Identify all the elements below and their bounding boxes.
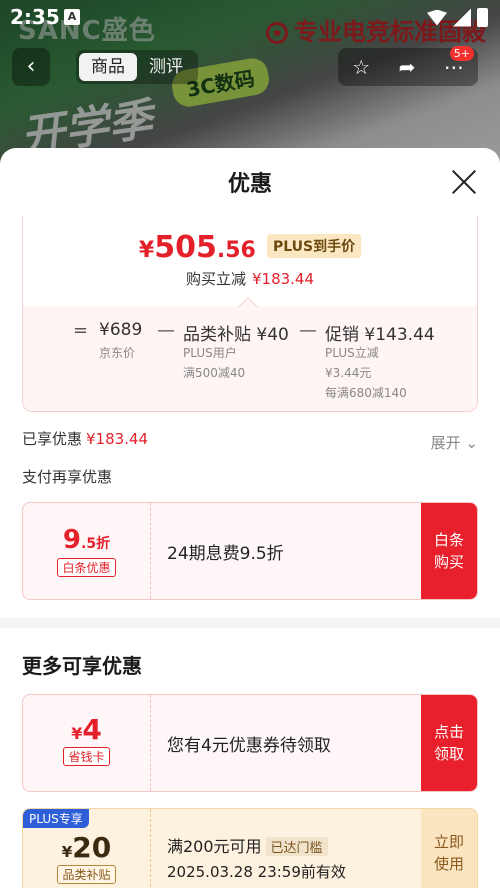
battery-icon <box>477 8 488 27</box>
status-time: 2:35 <box>10 5 60 29</box>
savings-amount: ¥4 省钱卡 <box>23 695 151 791</box>
minus-sign: — <box>299 320 317 341</box>
equals-sign: = <box>73 320 89 341</box>
threshold-tag: 已达门槛 <box>265 837 328 856</box>
tab-product[interactable]: 商品 <box>79 53 137 81</box>
message-badge: 5+ <box>449 46 474 61</box>
subsidy-sub-user: PLUS用户 <box>183 346 237 360</box>
claim-button[interactable]: 点击 领取 <box>421 695 477 791</box>
plus-coupon-tag: 品类补贴 <box>57 865 116 884</box>
sheet-header: 优惠 <box>0 148 500 216</box>
nav-actions: ☆ ➦ ⋯ 5+ <box>338 46 478 86</box>
plus-coupon[interactable]: ¥20 品类补贴 PLUS专享 满200元可用 已达门槛 2025.03.28 2… <box>22 808 478 888</box>
discount-sheet: 优惠 ¥505.56 PLUS到手价 购买立减 ¥183.44 = ¥689 京东… <box>0 148 500 888</box>
sheet-title: 优惠 <box>227 172 272 197</box>
baitiao-card[interactable]: 9.5折 白条优惠 24期息费9.5折 白条 购买 <box>22 502 478 600</box>
final-price-row: ¥505.56 PLUS到手价 <box>23 230 477 265</box>
baitiao-tag: 白条优惠 <box>57 558 116 577</box>
tab-review[interactable]: 测评 <box>137 53 195 81</box>
subsidy-title: 品类补贴 ¥40 <box>183 325 289 345</box>
pay-more-label: 支付再享优惠 <box>22 468 113 486</box>
baitiao-buy-button[interactable]: 白条 购买 <box>421 503 477 599</box>
subsidy-sub-rule: 满500减40 <box>183 366 246 380</box>
price-breakdown: = ¥689 京东价 — 品类补贴 ¥40 PLUS用户 满500减40 — 促… <box>23 306 477 411</box>
plus-only-badge: PLUS专享 <box>23 809 89 828</box>
plus-price-tag: PLUS到手价 <box>266 234 362 258</box>
use-now-button[interactable]: 立即 使用 <box>421 809 477 888</box>
plus-coupon-expiry: 2025.03.28 23:59前有效 <box>167 863 346 881</box>
base-price-label: 京东价 <box>99 346 136 360</box>
savings-tag: 省钱卡 <box>63 747 110 766</box>
promo-sub-rule: 每满680减140 <box>325 386 407 400</box>
close-icon[interactable] <box>450 168 478 196</box>
expand-button[interactable]: 展开 ⌄ <box>431 432 478 453</box>
back-button[interactable]: ‹ <box>12 48 50 86</box>
wifi-icon <box>427 9 447 26</box>
status-bar: 2:35 A <box>0 0 500 34</box>
promo-sub-amount: ¥3.44元 <box>325 366 372 380</box>
minus-sign: — <box>157 320 175 341</box>
signal-icon <box>453 8 471 27</box>
section-divider <box>0 618 500 628</box>
notification-icon: A <box>64 9 80 25</box>
enjoyed-discount: 已享优惠 ¥183.44 <box>22 430 149 448</box>
share-icon[interactable]: ➦ <box>399 55 416 79</box>
instant-discount-row: 购买立减 ¥183.44 <box>185 270 315 288</box>
promo-title: 促销 ¥143.44 <box>325 325 435 345</box>
promo-sub-plus: PLUS立减 <box>325 346 379 360</box>
star-icon[interactable]: ☆ <box>352 55 370 79</box>
top-nav: ‹ 商品 测评 ☆ ➦ ⋯ 5+ <box>0 46 500 88</box>
plus-coupon-desc: 满200元可用 已达门槛 2025.03.28 23:59前有效 <box>167 837 346 881</box>
final-price: ¥505.56 <box>138 230 256 265</box>
more-offers-title: 更多可享优惠 <box>22 654 142 678</box>
chevron-down-icon: ⌄ <box>465 434 478 452</box>
base-price: ¥689 <box>99 320 143 340</box>
price-card: ¥505.56 PLUS到手价 购买立减 ¥183.44 = ¥689 京东价 —… <box>22 216 478 412</box>
savings-card-coupon[interactable]: ¥4 省钱卡 您有4元优惠券待领取 点击 领取 <box>22 694 478 792</box>
price-summary: ¥505.56 PLUS到手价 购买立减 ¥183.44 <box>23 216 477 306</box>
nav-tabs: 商品 测评 <box>76 50 198 84</box>
baitiao-discount: 9.5折 白条优惠 <box>23 503 151 599</box>
savings-desc: 您有4元优惠券待领取 <box>167 735 331 756</box>
baitiao-desc: 24期息费9.5折 <box>167 543 284 564</box>
instant-discount-amount: ¥183.44 <box>251 270 315 288</box>
